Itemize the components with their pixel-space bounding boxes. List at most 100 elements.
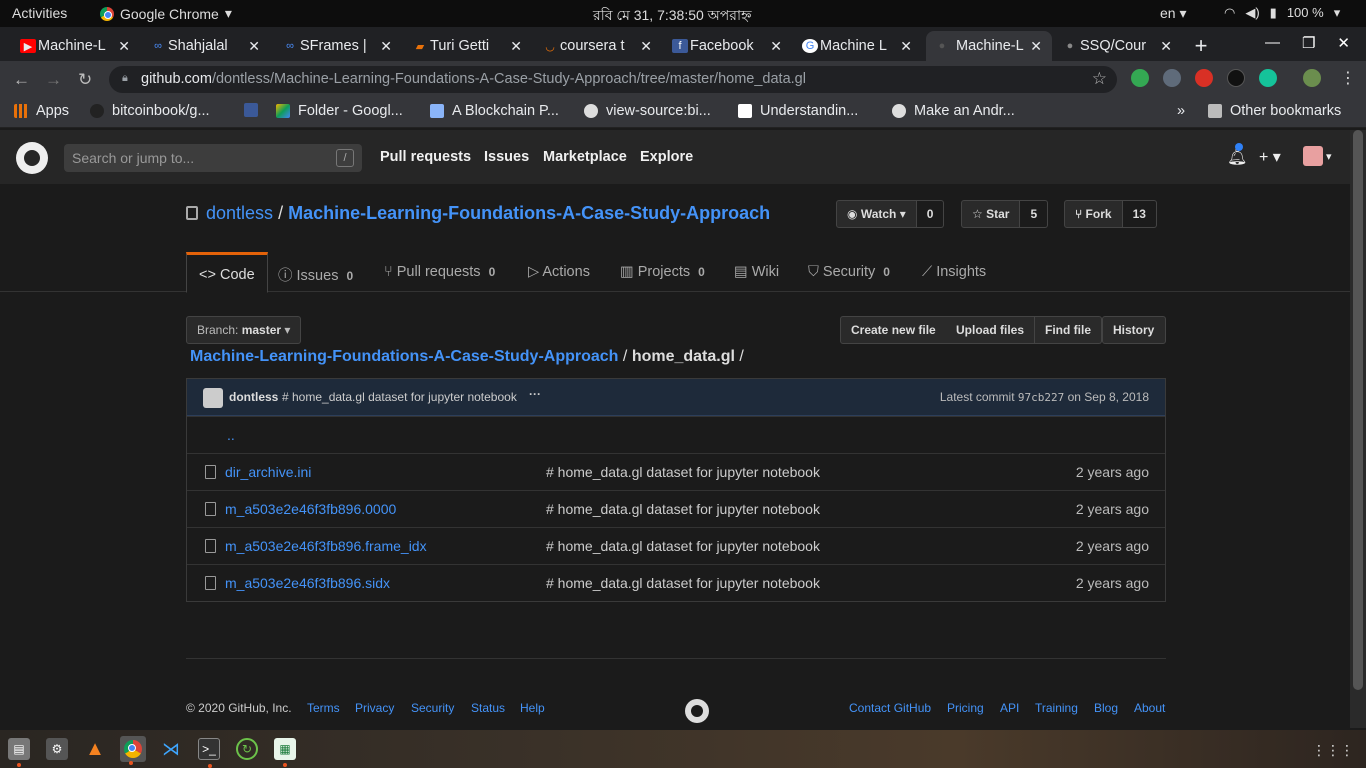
grammarly-icon[interactable] [1259, 69, 1277, 87]
extension-icon[interactable] [1163, 69, 1181, 87]
file-commit-message[interactable]: # home_data.gl dataset for jupyter noteb… [546, 464, 820, 480]
vscode-icon[interactable]: ⋊ [160, 738, 182, 760]
bookmark-item[interactable]: Understandin... [738, 103, 858, 119]
file-commit-message[interactable]: # home_data.gl dataset for jupyter noteb… [546, 501, 820, 517]
breadcrumb-repo-link[interactable]: Machine-Learning-Foundations-A-Case-Stud… [190, 348, 618, 365]
bookmarks-overflow-icon[interactable]: » [1177, 103, 1185, 119]
chrome-menu-icon[interactable]: ⋮ [1340, 68, 1356, 88]
footer-link-security[interactable]: Security [411, 701, 454, 715]
other-bookmarks[interactable]: Other bookmarks [1208, 103, 1341, 119]
bookmark-item[interactable]: view-source:bi... [584, 103, 711, 119]
close-icon[interactable]: ✕ [1160, 38, 1172, 55]
new-tab-button[interactable]: + [1186, 31, 1216, 61]
tab-projects[interactable]: ▥ Projects 0 [620, 264, 705, 280]
back-icon[interactable]: ← [13, 70, 30, 90]
footer-link-status[interactable]: Status [471, 701, 505, 715]
avatar[interactable] [203, 388, 223, 408]
close-icon[interactable]: ✕ [248, 38, 260, 55]
footer-link-about[interactable]: About [1134, 701, 1165, 715]
tab-code[interactable]: <> Code [186, 252, 268, 293]
file-name[interactable]: m_a503e2e46f3fb896.0000 [225, 501, 396, 517]
footer-link-terms[interactable]: Terms [307, 701, 340, 715]
file-commit-message[interactable]: # home_data.gl dataset for jupyter noteb… [546, 575, 820, 591]
adblock-icon[interactable] [1195, 69, 1213, 87]
file-name[interactable]: dir_archive.ini [225, 464, 311, 480]
tab-item[interactable]: G Machine L ✕ [800, 31, 916, 61]
scrollbar-thumb[interactable] [1353, 130, 1363, 690]
app-menu[interactable]: Google Chrome ▾ [100, 5, 232, 22]
repo-name-link[interactable]: Machine-Learning-Foundations-A-Case-Stud… [288, 203, 770, 223]
footer-link-blog[interactable]: Blog [1094, 701, 1118, 715]
github-mark-icon[interactable] [685, 699, 709, 723]
bookmark-item[interactable] [244, 103, 258, 117]
tab-item[interactable]: ◡ coursera t ✕ [540, 31, 656, 61]
nav-explore[interactable]: Explore [640, 149, 693, 165]
url-input[interactable]: 🔒︎ github.com/dontless/Machine-Learning-… [109, 66, 1117, 93]
reload-icon[interactable]: ↻ [78, 70, 92, 90]
system-status-area[interactable]: ◠ ◀) ▮ 100 % ▾ [1224, 5, 1340, 21]
find-file-button[interactable]: Find file [1035, 316, 1102, 344]
commit-expand-button[interactable]: ··· [529, 387, 541, 401]
github-logo-icon[interactable] [16, 142, 48, 174]
bookmark-item[interactable]: bitcoinbook/g... [90, 103, 210, 119]
language-indicator[interactable]: en ▾ [1160, 5, 1187, 22]
commit-sha[interactable]: 97cb227 [1018, 391, 1064, 404]
tab-insights[interactable]: ⟋ Insights [922, 264, 986, 280]
close-icon[interactable]: ✕ [118, 38, 130, 55]
tab-pull-requests[interactable]: ⑂ Pull requests 0 [384, 264, 495, 280]
extension-icon[interactable] [1227, 69, 1245, 87]
parent-dir-row[interactable]: .. [187, 416, 1165, 453]
tab-issues[interactable]: ⓘ Issues 0 [278, 264, 353, 285]
commit-author[interactable]: dontless [229, 390, 278, 404]
close-icon[interactable]: ✕ [1030, 38, 1042, 55]
close-icon[interactable]: ✕ [510, 38, 522, 55]
tab-item[interactable]: ▰ Turi Getti ✕ [410, 31, 526, 61]
fork-button[interactable]: ⑂ Fork [1064, 200, 1123, 228]
tab-wiki[interactable]: ▤ Wiki [734, 264, 779, 280]
create-new-file-button[interactable]: Create new file [840, 316, 947, 344]
commit-message[interactable]: # home_data.gl dataset for jupyter noteb… [282, 390, 517, 404]
watch-button[interactable]: ◉ Watch ▾ [836, 200, 917, 228]
system-app-icon[interactable]: ⚙ [46, 738, 68, 760]
file-name[interactable]: m_a503e2e46f3fb896.sidx [225, 575, 390, 591]
footer-link-api[interactable]: API [1000, 701, 1019, 715]
upload-files-button[interactable]: Upload files [946, 316, 1036, 344]
search-input[interactable]: Search or jump to... / [64, 144, 362, 172]
repo-owner-link[interactable]: dontless [206, 203, 273, 223]
user-avatar[interactable] [1303, 146, 1323, 166]
close-icon[interactable]: ✕ [900, 38, 912, 55]
terminal-icon[interactable]: >_ [198, 738, 220, 768]
vlc-icon[interactable]: ▲ [84, 738, 106, 760]
footer-link-help[interactable]: Help [520, 701, 545, 715]
activities-button[interactable]: Activities [12, 5, 67, 21]
update-manager-icon[interactable]: ↻ [236, 738, 258, 760]
nav-issues[interactable]: Issues [484, 149, 529, 165]
shield-extension-icon[interactable] [1131, 69, 1149, 87]
close-icon[interactable]: ✕ [1337, 34, 1350, 52]
nav-pull-requests[interactable]: Pull requests [380, 149, 471, 165]
forward-icon[interactable]: → [45, 70, 62, 90]
profile-avatar[interactable] [1303, 69, 1321, 87]
page-scrollbar[interactable] [1350, 130, 1366, 728]
tab-item-active[interactable]: ● Machine-L ✕ [926, 31, 1052, 61]
file-commit-message[interactable]: # home_data.gl dataset for jupyter noteb… [546, 538, 820, 554]
footer-link-training[interactable]: Training [1035, 701, 1078, 715]
show-applications-icon[interactable]: ⋮⋮⋮ [1312, 742, 1354, 759]
tab-item[interactable]: ● SSQ/Cour ✕ [1060, 31, 1176, 61]
spreadsheet-icon[interactable]: ▦ [274, 738, 296, 767]
footer-link-contact[interactable]: Contact GitHub [849, 701, 931, 715]
tab-item[interactable]: f Facebook ✕ [670, 31, 786, 61]
history-button[interactable]: History [1102, 316, 1166, 344]
maximize-icon[interactable]: ❐ [1302, 34, 1315, 52]
footer-link-privacy[interactable]: Privacy [355, 701, 394, 715]
bookmark-item[interactable]: A Blockchain P... [430, 103, 559, 119]
minimize-icon[interactable]: — [1265, 34, 1280, 52]
footer-link-pricing[interactable]: Pricing [947, 701, 984, 715]
clock[interactable]: রবি মে 31, 7:38:50 অপরাহ্ন [593, 4, 752, 28]
branch-selector[interactable]: Branch: master ▾ [186, 316, 302, 344]
tab-actions[interactable]: ▷ Actions [528, 264, 590, 280]
watch-count[interactable]: 0 [916, 200, 945, 228]
parent-dir-link[interactable]: .. [227, 427, 235, 443]
close-icon[interactable]: ✕ [770, 38, 782, 55]
create-new-menu-icon[interactable]: + ▾ [1259, 147, 1281, 167]
